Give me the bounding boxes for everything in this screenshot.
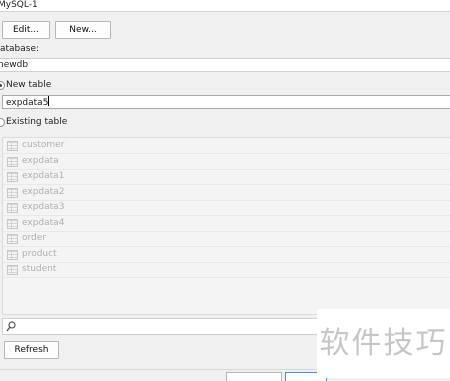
table-name: expdata1 <box>22 171 65 181</box>
table-list-item[interactable]: expdata <box>3 154 450 170</box>
existing-table-radio[interactable] <box>0 118 5 127</box>
new-table-label: New table <box>6 80 52 90</box>
table-list-item[interactable]: expdata2 <box>3 185 450 201</box>
table-icon <box>7 234 18 244</box>
existing-table-label: Existing table <box>6 117 68 127</box>
new-table-radio[interactable] <box>0 81 5 90</box>
table-icon <box>7 249 18 260</box>
table-icon <box>7 187 18 198</box>
table-name: expdata2 <box>22 186 65 197</box>
refresh-button[interactable]: Refresh <box>4 341 59 359</box>
table-list-item[interactable]: customer <box>3 138 450 154</box>
database-label: atabase: <box>0 44 40 54</box>
table-list-item[interactable]: order <box>3 231 450 247</box>
table-name: expdata <box>22 155 59 166</box>
new-table-name-value: expdata5 <box>6 98 49 108</box>
edit-connection-label: Edit... <box>12 25 39 35</box>
table-list-item[interactable]: expdata4 <box>3 216 450 232</box>
new-connection-button[interactable]: New... <box>55 21 111 39</box>
connection-name: MySQL-1 <box>0 0 38 10</box>
table-name: student <box>22 264 57 274</box>
table-icon <box>7 265 18 275</box>
table-icon <box>7 156 18 167</box>
search-icon <box>6 321 16 332</box>
table-name: product <box>22 248 57 259</box>
table-list-item[interactable]: expdata3 <box>3 200 450 216</box>
table-name: customer <box>22 140 65 150</box>
table-icon <box>7 218 18 229</box>
refresh-label: Refresh <box>14 345 49 355</box>
table-list-item[interactable]: product <box>3 247 450 263</box>
edit-connection-button[interactable]: Edit... <box>2 21 50 39</box>
existing-table-list[interactable]: customer expdata expdata1 expdata2 expda… <box>2 137 450 315</box>
table-list-item[interactable]: expdata1 <box>3 169 450 185</box>
table-name: expdata3 <box>22 202 65 212</box>
table-name: expdata4 <box>22 217 65 228</box>
database-field[interactable]: newdb <box>0 58 450 72</box>
table-icon <box>7 172 18 182</box>
table-icon <box>7 203 18 213</box>
table-list-item[interactable]: student <box>3 262 450 278</box>
table-icon <box>7 141 18 151</box>
watermark-overlay: 软件技巧 <box>317 309 450 378</box>
dialog-button-partial[interactable] <box>226 372 282 381</box>
table-search-input[interactable] <box>19 320 299 331</box>
connection-name-field: MySQL-1 <box>0 0 450 12</box>
table-name: order <box>22 233 46 243</box>
new-table-name-input[interactable]: expdata5 <box>2 95 450 109</box>
database-value: newdb <box>0 60 29 70</box>
new-connection-label: New... <box>69 25 97 35</box>
watermark-text: 软件技巧 <box>319 326 448 361</box>
